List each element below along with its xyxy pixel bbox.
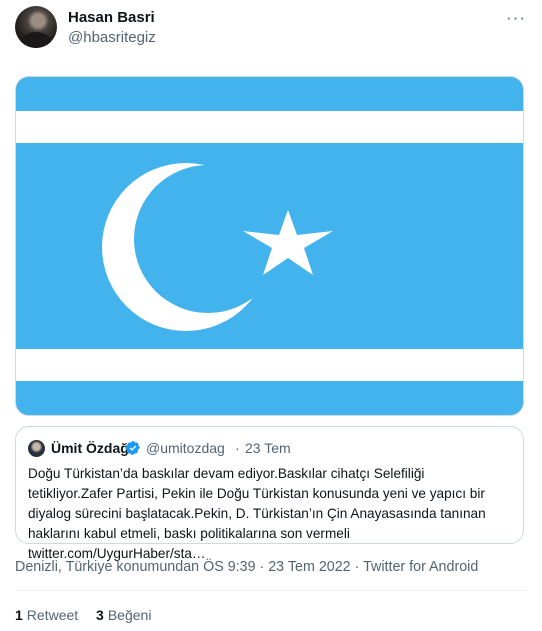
flag-top-stripe: [16, 111, 523, 143]
tweet: Hasan Basri @hbasritegiz ··· Ümit Özdağ …: [0, 0, 542, 631]
separator-dot: ·: [235, 440, 240, 456]
quoted-author-name: Ümit Özdağ: [51, 440, 129, 456]
author-name[interactable]: Hasan Basri: [68, 9, 155, 26]
tweet-meta: Denizli, Türkiye konumundan ÖS 9:39 · 23…: [15, 559, 479, 575]
more-horizontal-icon[interactable]: ···: [503, 6, 529, 30]
likes-stat[interactable]: 3 Beğeni: [96, 607, 151, 623]
tweet-image[interactable]: [15, 76, 524, 416]
author-avatar[interactable]: [15, 6, 57, 48]
quoted-author-avatar: [28, 440, 45, 457]
likes-label: Beğeni: [107, 607, 152, 623]
retweets-stat[interactable]: 1 Retweet: [15, 607, 78, 623]
quoted-author-handle: @umitozdag: [146, 440, 225, 456]
quoted-tweet[interactable]: Ümit Özdağ @umitozdag · 23 Tem Doğu Türk…: [15, 426, 524, 561]
flag-bottom-stripe: [16, 349, 523, 381]
quoted-tweet-date[interactable]: 23 Tem: [245, 440, 291, 456]
retweets-label: Retweet: [26, 607, 79, 623]
flag-image: [16, 77, 523, 415]
verified-badge-icon: [125, 441, 140, 455]
quoted-tweet-text: Doğu Türkistan’da baskılar devam ediyor.…: [28, 466, 486, 561]
retweets-count: 1: [15, 607, 23, 623]
author-handle[interactable]: @hbasritegiz: [68, 29, 156, 46]
tweet-stats: 1 Retweet 3 Beğeni: [15, 607, 165, 623]
likes-count: 3: [96, 607, 104, 623]
divider: [15, 590, 527, 591]
